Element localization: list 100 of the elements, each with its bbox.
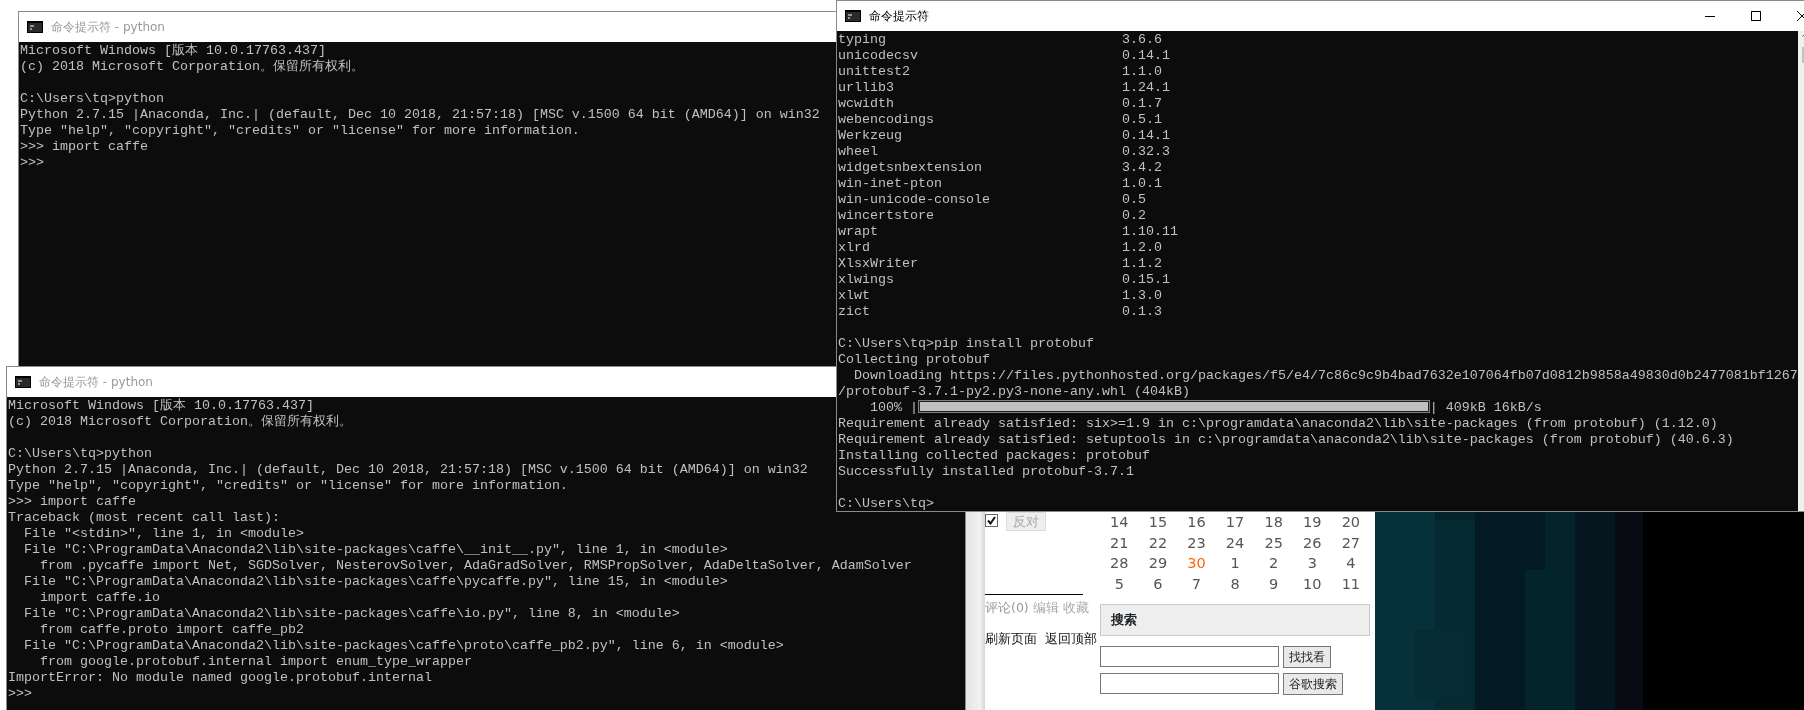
calendar-day[interactable]: 16 [1177, 512, 1216, 533]
calendar-day[interactable]: 19 [1292, 512, 1332, 533]
console-line: Downloading https://files.pythonhosted.org/packages/f5/e4/7c86c9c9b4bad7632e107064fb07d0812b9858a49830d0b2477081bf1267 [853, 368, 1798, 384]
calendar-day[interactable]: 28 [1100, 553, 1139, 575]
progress-percent: 100% | [869, 400, 918, 415]
calendar-day[interactable]: 2 [1254, 553, 1293, 575]
search-button[interactable]: 找找看 [1283, 645, 1331, 668]
calendar-day[interactable]: 23 [1177, 532, 1216, 554]
calendar-day[interactable]: 1 [1215, 553, 1255, 575]
page-link[interactable]: 返回顶部 [1045, 629, 1097, 649]
console-line: C:\Users\tq>python [8, 446, 152, 462]
console-line: (c) 2018 Microsoft Corporation。保留所有权利。 [20, 59, 364, 75]
calendar-day[interactable]: 26 [1292, 532, 1332, 554]
console-line: from .pycaffe import Net, SGDSolver, NesterovSolver, AdaGradSolver, RMSPropSolver, AdaDeltaSolver, AdamSolver [39, 558, 912, 574]
package-version: 1.10.11 [1121, 224, 1178, 239]
calendar-day[interactable]: 29 [1138, 553, 1178, 575]
package-name: Werkzeug [838, 128, 903, 144]
console-line: /protobuf-3.7.1-py2.py3-none-any.whl (404kB) [838, 384, 1190, 400]
package-name: unicodecsv [838, 48, 919, 64]
package-name: wrapt [838, 224, 879, 240]
package-version: 3.6.6 [1121, 32, 1162, 47]
calendar-day[interactable]: 15 [1138, 512, 1178, 533]
package-name: win-inet-pton [838, 176, 943, 192]
package-name: zict [838, 304, 871, 320]
window-title: 命令提示符 - python [51, 19, 165, 36]
package-name: xlwings [838, 272, 895, 288]
calendar-day[interactable]: 3 [1292, 553, 1332, 575]
package-version: 1.1.0 [1121, 64, 1162, 79]
calendar-day[interactable]: 18 [1254, 512, 1293, 533]
package-version: 1.1.2 [1121, 256, 1162, 271]
console-line: Traceback (most recent call last): [8, 510, 280, 526]
console-line: File "C:\ProgramData\Anaconda2\lib\site-packages\caffe\io.py", line 8, in <module> [23, 606, 680, 622]
calendar-day[interactable]: 21 [1100, 532, 1139, 554]
package-version: 0.5 [1121, 192, 1146, 207]
console-line: Python 2.7.15 |Anaconda, Inc.| (default, Dec 10 2018, 21:57:18) [MSC v.1500 64 bit (AMD64)] on win32 [20, 107, 820, 123]
console-line: Type "help", "copyright", "credits" or "license" for more information. [8, 478, 568, 494]
console-line: C:\Users\tq>pip install protobuf [838, 336, 1094, 352]
package-version: 1.2.0 [1121, 240, 1162, 255]
console-line: File "C:\ProgramData\Anaconda2\lib\site-packages\caffe\pycaffe.py", line 15, in <module> [23, 574, 728, 590]
package-version: 0.14.1 [1121, 128, 1170, 143]
calendar-day[interactable]: 7 [1177, 574, 1216, 595]
console-line: from google.protobuf.internal import enum_type_wrapper [39, 654, 472, 670]
package-name: wcwidth [838, 96, 895, 112]
package-name: webencodings [838, 112, 935, 128]
console-line: File "<stdin>", line 1, in <module> [23, 526, 304, 542]
calendar-day[interactable]: 25 [1254, 532, 1293, 554]
package-version: 0.15.1 [1121, 272, 1170, 287]
console-line: Requirement already satisfied: setuptools in c:\programdata\anaconda2\lib\site-packages (from protobuf) (40.6.3) [838, 432, 1734, 448]
calendar-day[interactable]: 4 [1331, 553, 1371, 575]
console-line: Successfully installed protobuf-3.7.1 [838, 464, 1134, 480]
package-version: 0.1.3 [1121, 304, 1162, 319]
package-version: 0.14.1 [1121, 48, 1170, 63]
package-name: wheel [838, 144, 879, 160]
package-version: 1.24.1 [1121, 80, 1170, 95]
calendar-day[interactable]: 27 [1331, 532, 1371, 554]
console-line: Python 2.7.15 |Anaconda, Inc.| (default, Dec 10 2018, 21:57:18) [MSC v.1500 64 bit (AMD64)] on win32 [8, 462, 808, 478]
calendar-day[interactable]: 20 [1331, 512, 1371, 533]
console-line: Microsoft Windows [版本 10.0.17763.437] [8, 398, 314, 414]
console-line: C:\Users\tq> [838, 496, 934, 511]
package-name: XlsxWriter [838, 256, 919, 272]
package-name: xlrd [838, 240, 871, 256]
console-line: Type "help", "copyright", "credits" or "license" for more information. [20, 123, 580, 139]
calendar-day[interactable]: 14 [1100, 512, 1139, 533]
console-line: >>> import caffe [20, 139, 148, 155]
console-line: (c) 2018 Microsoft Corporation。保留所有权利。 [8, 414, 352, 430]
calendar-day[interactable]: 9 [1254, 574, 1293, 595]
calendar-day[interactable]: 22 [1138, 532, 1178, 554]
package-version: 0.1.7 [1121, 96, 1162, 111]
console-line: File "C:\ProgramData\Anaconda2\lib\site-packages\caffe\proto\caffe_pb2.py", line 6, in <module> [23, 638, 784, 654]
window-title: 命令提示符 - python [39, 374, 153, 391]
package-name: xlwt [838, 288, 871, 304]
package-name: win-unicode-console [838, 192, 991, 208]
console-line: >>> [20, 155, 44, 171]
package-name: urllib3 [838, 80, 895, 96]
console-line: Collecting protobuf [838, 352, 990, 368]
package-version: 3.4.2 [1121, 160, 1162, 175]
package-name: widgetsnbextension [838, 160, 983, 176]
download-speed: | 409kB 16kB/s [1429, 400, 1542, 415]
calendar-day[interactable]: 11 [1331, 574, 1371, 595]
package-name: typing [838, 32, 887, 48]
calendar-day[interactable]: 24 [1215, 532, 1255, 554]
calendar-day[interactable]: 17 [1215, 512, 1255, 533]
package-name: wincertstore [838, 208, 935, 224]
package-name: unittest2 [838, 64, 911, 80]
console-line: C:\Users\tq>python [20, 91, 164, 107]
calendar-day[interactable]: 6 [1138, 574, 1178, 595]
console-line: import caffe.io [39, 590, 160, 606]
calendar-day[interactable]: 10 [1292, 574, 1332, 595]
package-version: 1.0.1 [1121, 176, 1162, 191]
package-version: 0.2 [1121, 208, 1146, 223]
console-line: from caffe.proto import caffe_pb2 [39, 622, 304, 638]
search-heading: 搜索 [1100, 603, 1370, 636]
console-line: >>> import caffe [8, 494, 136, 510]
page-link[interactable]: 刷新页面 [985, 629, 1037, 649]
calendar-day[interactable]: 8 [1215, 574, 1255, 595]
calendar-day[interactable]: 5 [1100, 574, 1139, 595]
search-button[interactable]: 谷歌搜索 [1283, 672, 1343, 695]
console-line: Installing collected packages: protobuf [838, 448, 1150, 464]
window-title: 命令提示符 [869, 8, 929, 25]
package-version: 1.3.0 [1121, 288, 1162, 303]
